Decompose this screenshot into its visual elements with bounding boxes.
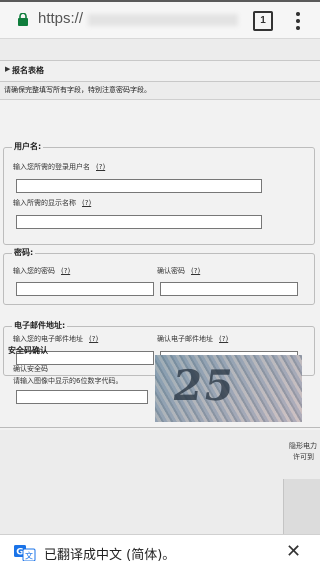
email-legend: 电子邮件地址: xyxy=(12,320,68,331)
password-legend: 密码: xyxy=(12,247,36,258)
web-page: ▶ 报名表格 请确保完整填写所有字段，特别注意密码字段。 用户名: 输入您所需的… xyxy=(0,39,320,534)
display-name-input[interactable] xyxy=(16,215,262,229)
password-input[interactable] xyxy=(16,282,154,296)
help-link[interactable]: (?) xyxy=(96,163,105,171)
username-group: 用户名: 输入您所需的登录用户名 (?) 输入所需的显示名称 (?) xyxy=(3,141,315,245)
lock-icon xyxy=(18,13,28,26)
username-legend: 用户名: xyxy=(12,141,44,152)
url-redacted xyxy=(88,14,238,26)
footer-powered-text: 隐形电力 xyxy=(289,442,317,450)
form-instruction: 请确保完整填写所有字段，特别注意密码字段。 xyxy=(4,86,151,94)
help-link[interactable]: (?) xyxy=(191,267,200,275)
translate-bar: G 文 已翻译成中文 (简体)。 ✕ xyxy=(0,534,320,571)
tab-switcher-button[interactable]: 1 xyxy=(253,11,273,31)
login-username-input[interactable] xyxy=(16,179,262,193)
footer-panel xyxy=(283,479,320,534)
captcha-image: 25 xyxy=(155,355,302,422)
more-menu-icon[interactable] xyxy=(294,10,302,30)
url-text[interactable]: https:// xyxy=(38,10,83,27)
footer-license-text: 许可到 xyxy=(293,453,314,461)
captcha-label-2: 请输入图像中显示的6位数字代码。 xyxy=(13,377,123,385)
translate-message: 已翻译成中文 (简体)。 xyxy=(44,548,176,563)
svg-text:文: 文 xyxy=(25,551,33,561)
browser-toolbar: https:// 1 xyxy=(0,2,320,39)
help-link[interactable]: (?) xyxy=(89,335,98,343)
password-label: 输入您的密码 (?) xyxy=(13,267,71,275)
divider xyxy=(0,427,320,428)
email-label: 输入您的电子邮件地址 (?) xyxy=(13,335,99,343)
close-icon[interactable]: ✕ xyxy=(286,541,301,562)
help-link[interactable]: (?) xyxy=(61,267,70,275)
captcha-code: 25 xyxy=(169,361,239,410)
section-title: 报名表格 xyxy=(12,66,44,75)
captcha-label-1: 确认安全码 xyxy=(13,365,48,373)
help-link[interactable]: (?) xyxy=(82,199,91,207)
captcha-input[interactable] xyxy=(16,390,148,404)
login-username-label: 输入您所需的登录用户名 (?) xyxy=(13,163,106,171)
translate-icon[interactable]: G 文 xyxy=(14,545,36,561)
display-name-label: 输入所需的显示名称 (?) xyxy=(13,199,92,207)
help-link[interactable]: (?) xyxy=(219,335,228,343)
captcha-legend: 安全码确认 xyxy=(8,346,48,355)
password-group: 密码: 输入您的密码 (?) 确认密码 (?) xyxy=(3,247,315,305)
section-header[interactable]: ▶ 报名表格 xyxy=(0,60,320,82)
confirm-password-label: 确认密码 (?) xyxy=(157,267,201,275)
expand-arrow-icon: ▶ xyxy=(5,65,11,73)
confirm-password-input[interactable] xyxy=(160,282,298,296)
confirm-email-label: 确认电子邮件地址 (?) xyxy=(157,335,229,343)
